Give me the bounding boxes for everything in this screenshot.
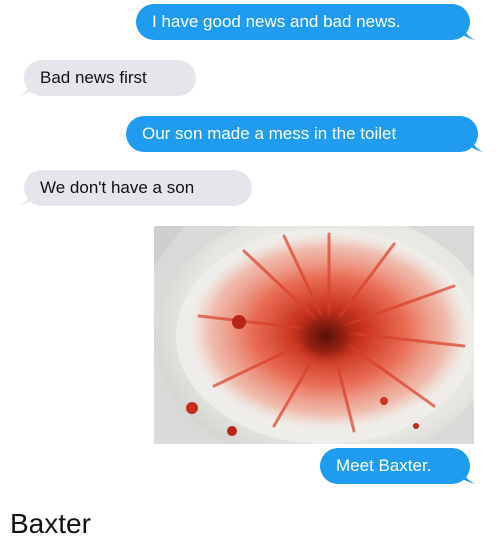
message-bubble-sent[interactable]: Meet Baxter.: [320, 448, 476, 484]
message-text: I have good news and bad news.: [152, 12, 401, 31]
meme-caption: Baxter: [10, 508, 91, 539]
message-text: We don't have a son: [40, 178, 195, 197]
message-bubble-sent[interactable]: I have good news and bad news.: [136, 4, 476, 40]
message-photo[interactable]: [154, 226, 474, 444]
message-text: Bad news first: [40, 68, 147, 87]
message-bubble-received[interactable]: Bad news first: [18, 60, 196, 96]
toilet-photo-icon: [154, 226, 474, 444]
message-bubble-sent[interactable]: Our son made a mess in the toilet: [126, 116, 484, 152]
message-bubble-received[interactable]: We don't have a son: [18, 170, 252, 206]
message-text: Our son made a mess in the toilet: [142, 124, 397, 143]
message-text: Meet Baxter.: [336, 456, 432, 475]
bubble-tail-icon: [462, 22, 476, 40]
bubble-tail-icon: [18, 188, 32, 206]
bubble-tail-icon: [18, 78, 32, 96]
bubble-tail-icon: [462, 466, 476, 484]
bubble-tail-icon: [470, 134, 484, 152]
